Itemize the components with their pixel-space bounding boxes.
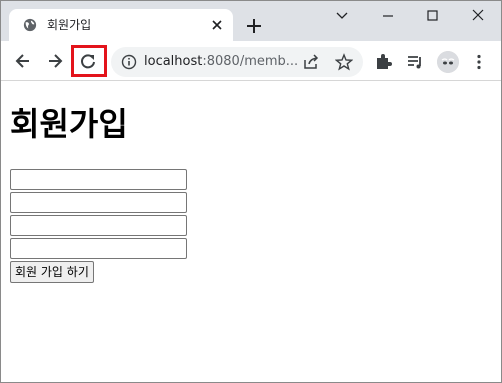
maximize-icon[interactable] <box>421 7 443 25</box>
page-content: 회원가입 회원 가입 하기 <box>1 82 501 382</box>
close-icon[interactable] <box>209 17 225 33</box>
media-list-icon[interactable] <box>405 52 425 72</box>
url-text[interactable]: localhost:8080/memb... <box>144 54 298 70</box>
avatar[interactable] <box>437 51 459 73</box>
chevron-down-icon[interactable] <box>331 7 353 25</box>
arrow-right-icon[interactable] <box>45 51 65 71</box>
tab-strip: 회원가입 <box>1 1 501 41</box>
tab-title: 회원가입 <box>47 18 92 32</box>
page-title: 회원가입 <box>10 105 128 143</box>
browser-window: 회원가입 localhost:8080/memb... 회원가입 회원 가입 하… <box>0 0 502 383</box>
reload-highlight-box <box>71 45 107 77</box>
arrow-left-icon[interactable] <box>13 51 33 71</box>
close-icon[interactable] <box>467 7 489 25</box>
url-host: localhost <box>144 54 203 69</box>
globe-icon <box>23 18 37 32</box>
signup-field-4[interactable] <box>10 238 187 259</box>
new-tab-icon[interactable] <box>245 17 263 35</box>
signup-field-2[interactable] <box>10 192 187 213</box>
minimize-icon[interactable] <box>377 7 399 25</box>
signup-submit-button[interactable]: 회원 가입 하기 <box>10 261 94 283</box>
signup-field-3[interactable] <box>10 215 187 236</box>
avatar-icon <box>437 51 459 73</box>
tab-active[interactable]: 회원가입 <box>9 9 233 41</box>
share-icon[interactable] <box>302 53 320 71</box>
signup-field-1[interactable] <box>10 169 187 190</box>
star-icon[interactable] <box>335 53 353 71</box>
url-path: :8080/memb... <box>202 54 299 69</box>
puzzle-icon[interactable] <box>373 52 393 72</box>
info-icon[interactable] <box>121 54 137 70</box>
kebab-menu-icon[interactable] <box>471 52 487 72</box>
address-bar[interactable]: localhost:8080/memb... <box>111 47 363 77</box>
